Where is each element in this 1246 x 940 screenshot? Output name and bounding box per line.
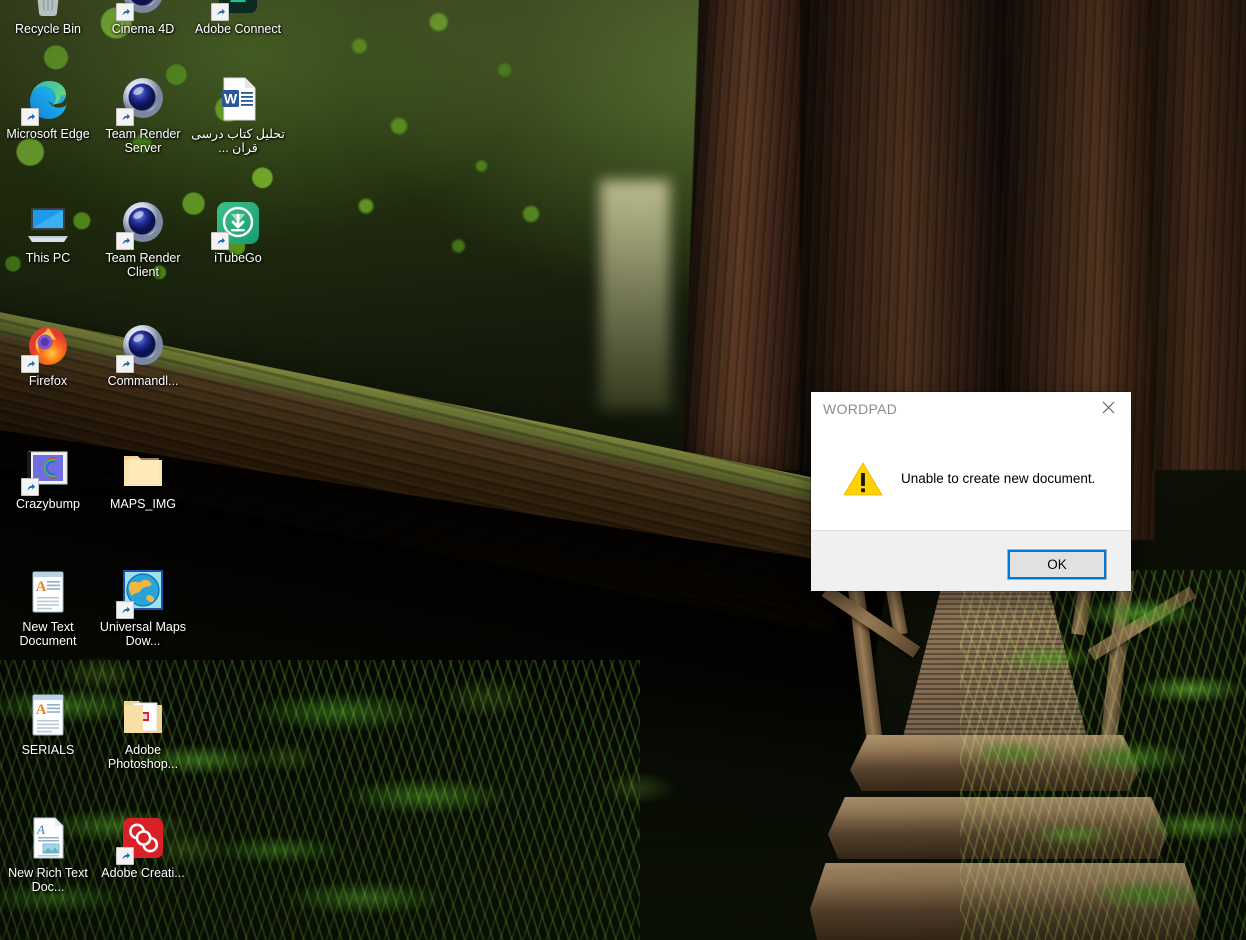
folder-icon bbox=[119, 445, 167, 493]
shortcut-arrow-icon bbox=[116, 108, 134, 126]
desktop-icon-label: Commandl... bbox=[107, 374, 179, 388]
desktop-icon-label: Adobe Creati... bbox=[101, 866, 185, 880]
desktop-icon-label: Firefox bbox=[28, 374, 68, 388]
svg-text:A: A bbox=[36, 702, 47, 718]
desktop-icon-maps-img[interactable]: MAPS_IMG bbox=[95, 445, 191, 511]
crazybump-icon bbox=[21, 445, 72, 496]
desktop-icon-[interactable]: W تحلیل کتاب درسی قران ... bbox=[190, 75, 286, 155]
shortcut-arrow-icon bbox=[116, 601, 134, 619]
desktop-icon-new-text-document[interactable]: A New Text Document bbox=[0, 568, 96, 648]
text-document-icon: A bbox=[24, 568, 72, 616]
desktop-icon-team-render-server[interactable]: Team Render Server bbox=[95, 75, 191, 155]
svg-text:A: A bbox=[36, 822, 45, 837]
microsoft-edge-icon bbox=[21, 75, 72, 126]
shortcut-arrow-icon bbox=[21, 355, 39, 373]
close-icon bbox=[1102, 401, 1114, 414]
shortcut-arrow-icon bbox=[211, 3, 229, 21]
desktop-icon-cinema-4d[interactable]: Cinema 4D bbox=[95, 0, 191, 36]
desktop-icon-label: Cinema 4D bbox=[111, 22, 175, 36]
word-document-icon: W bbox=[214, 75, 262, 123]
desktop-icon-label: Team Render Client bbox=[105, 251, 181, 279]
desktop-icon-label: New Rich Text Doc... bbox=[8, 866, 88, 894]
adobe-creative-cloud-icon bbox=[116, 814, 167, 865]
dialog-title-bar: WORDPAD bbox=[811, 392, 1131, 426]
desktop-icon-itubego[interactable]: iTubeGo bbox=[190, 199, 286, 265]
universal-maps-downloader-icon bbox=[116, 568, 167, 619]
ok-button[interactable]: OK bbox=[1007, 549, 1107, 580]
desktop-icon-label: New Text Document bbox=[19, 620, 77, 648]
desktop-icon-team-render-client[interactable]: Team Render Client bbox=[95, 199, 191, 279]
dialog-footer: OK bbox=[811, 530, 1131, 591]
desktop-icon-label: تحلیل کتاب درسی قران ... bbox=[191, 127, 285, 155]
desktop-icon-recycle-bin[interactable]: Recycle Bin bbox=[0, 0, 96, 36]
desktop-icon-adobe-creati[interactable]: Adobe Creati... bbox=[95, 814, 191, 880]
adobe-connect-icon bbox=[211, 0, 262, 21]
desktop-icon-label: Adobe Photoshop... bbox=[107, 743, 179, 771]
desktop-icon-adobe-photoshop[interactable]: Adobe Photoshop... bbox=[95, 691, 191, 771]
desktop-icon-label: iTubeGo bbox=[214, 251, 262, 265]
desktop-icon-label: Team Render Server bbox=[105, 127, 181, 155]
svg-text:W: W bbox=[224, 91, 238, 107]
folder-with-file-icon bbox=[119, 691, 167, 739]
wordpad-error-dialog[interactable]: WORDPAD Unable to create new document. O… bbox=[811, 392, 1131, 591]
desktop-icon-adobe-connect[interactable]: Adobe Connect bbox=[190, 0, 286, 36]
dialog-message: Unable to create new document. bbox=[901, 470, 1096, 486]
desktop-icon-label: Microsoft Edge bbox=[6, 127, 90, 141]
desktop-icon-label: Crazybump bbox=[16, 497, 80, 511]
shortcut-arrow-icon bbox=[116, 232, 134, 250]
cinema-4d-icon bbox=[116, 199, 167, 250]
this-pc-icon bbox=[24, 199, 72, 247]
desktop-icon-label: Adobe Connect bbox=[194, 22, 282, 36]
shortcut-arrow-icon bbox=[116, 3, 134, 21]
recycle-bin-icon bbox=[24, 0, 72, 18]
desktop-icon-this-pc[interactable]: This PC bbox=[0, 199, 96, 265]
desktop-icon-universal-maps-dow[interactable]: Universal Maps Dow... bbox=[95, 568, 191, 648]
desktop-icon-crazybump[interactable]: Crazybump bbox=[0, 445, 96, 511]
cinema-4d-icon bbox=[116, 322, 167, 373]
shortcut-arrow-icon bbox=[21, 108, 39, 126]
warning-triangle-icon bbox=[843, 461, 883, 495]
desktop-icon-label: Recycle Bin bbox=[15, 22, 81, 36]
text-document-icon: A bbox=[24, 691, 72, 739]
desktop-icon-commandl[interactable]: Commandl... bbox=[95, 322, 191, 388]
desktop-icon-new-rich-text-doc[interactable]: A New Rich Text Doc... bbox=[0, 814, 96, 894]
desktop-icon-label: MAPS_IMG bbox=[110, 497, 176, 511]
firefox-icon bbox=[21, 322, 72, 373]
rich-text-document-icon: A bbox=[24, 814, 72, 862]
shortcut-arrow-icon bbox=[116, 355, 134, 373]
dialog-body: Unable to create new document. bbox=[811, 426, 1131, 531]
shortcut-arrow-icon bbox=[21, 478, 39, 496]
close-button[interactable] bbox=[1085, 392, 1131, 423]
shortcut-arrow-icon bbox=[116, 847, 134, 865]
desktop-icon-microsoft-edge[interactable]: Microsoft Edge bbox=[0, 75, 96, 141]
dialog-title: WORDPAD bbox=[823, 401, 898, 417]
desktop-icon-firefox[interactable]: Firefox bbox=[0, 322, 96, 388]
shortcut-arrow-icon bbox=[211, 232, 229, 250]
desktop-icon-label: This PC bbox=[25, 251, 71, 265]
svg-text:A: A bbox=[36, 579, 47, 595]
desktop[interactable]: Recycle Bin Cinema 4D Adobe Connect Micr… bbox=[0, 0, 1246, 940]
desktop-icon-label: Universal Maps Dow... bbox=[99, 620, 187, 648]
cinema-4d-icon bbox=[116, 75, 167, 126]
itubego-icon bbox=[211, 199, 262, 250]
desktop-icon-label: SERIALS bbox=[21, 743, 75, 757]
cinema-4d-icon bbox=[116, 0, 167, 21]
desktop-icon-serials[interactable]: A SERIALS bbox=[0, 691, 96, 757]
